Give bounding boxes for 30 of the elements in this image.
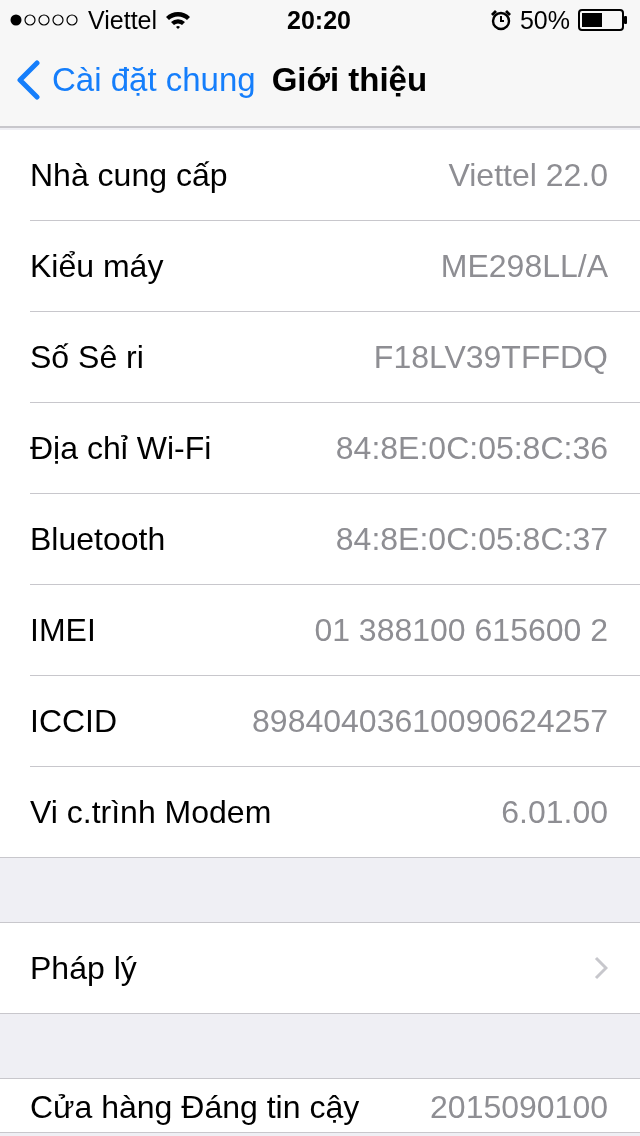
row-label: Số Sê ri <box>30 338 145 376</box>
clock-time: 20:20 <box>287 5 351 35</box>
row-value: 6.01.00 <box>501 793 608 831</box>
row-value: F18LV39TFFDQ <box>373 338 608 376</box>
row-value: 84:8E:0C:05:8C:36 <box>335 429 608 467</box>
back-button[interactable]: Cài đặt chung <box>16 60 256 100</box>
row-label: Bluetooth <box>30 520 167 558</box>
row-label: ICCID <box>30 702 119 740</box>
row-value: 89840403610090624257 <box>252 702 608 740</box>
row-label: Địa chỉ Wi-Fi <box>30 429 213 467</box>
row-label: Cửa hàng Đáng tin cậy <box>30 1089 361 1126</box>
row-value: 2015090100 <box>430 1089 608 1126</box>
row-value: 01 388100 615600 2 <box>314 611 608 649</box>
alarm-clock-icon <box>489 9 512 31</box>
wifi-icon <box>165 10 192 30</box>
row-value: Viettel 22.0 <box>448 156 608 194</box>
battery-percent: 50% <box>519 5 570 35</box>
row-label: Pháp lý <box>30 949 138 987</box>
row-label: IMEI <box>30 611 97 649</box>
signal-icon <box>10 13 80 27</box>
battery-icon <box>578 9 628 31</box>
row-label: Kiểu máy <box>30 247 165 285</box>
page-title: Giới thiệu <box>271 61 428 99</box>
row-value: 84:8E:0C:05:8C:37 <box>335 520 608 558</box>
row-label: Vi c.trình Modem <box>30 793 273 831</box>
carrier-name: Viettel <box>88 5 158 35</box>
row-value: ME298LL/A <box>440 247 608 285</box>
back-chevron-icon <box>16 60 40 100</box>
chevron-right-icon <box>594 956 608 980</box>
row-label: Nhà cung cấp <box>30 156 229 194</box>
